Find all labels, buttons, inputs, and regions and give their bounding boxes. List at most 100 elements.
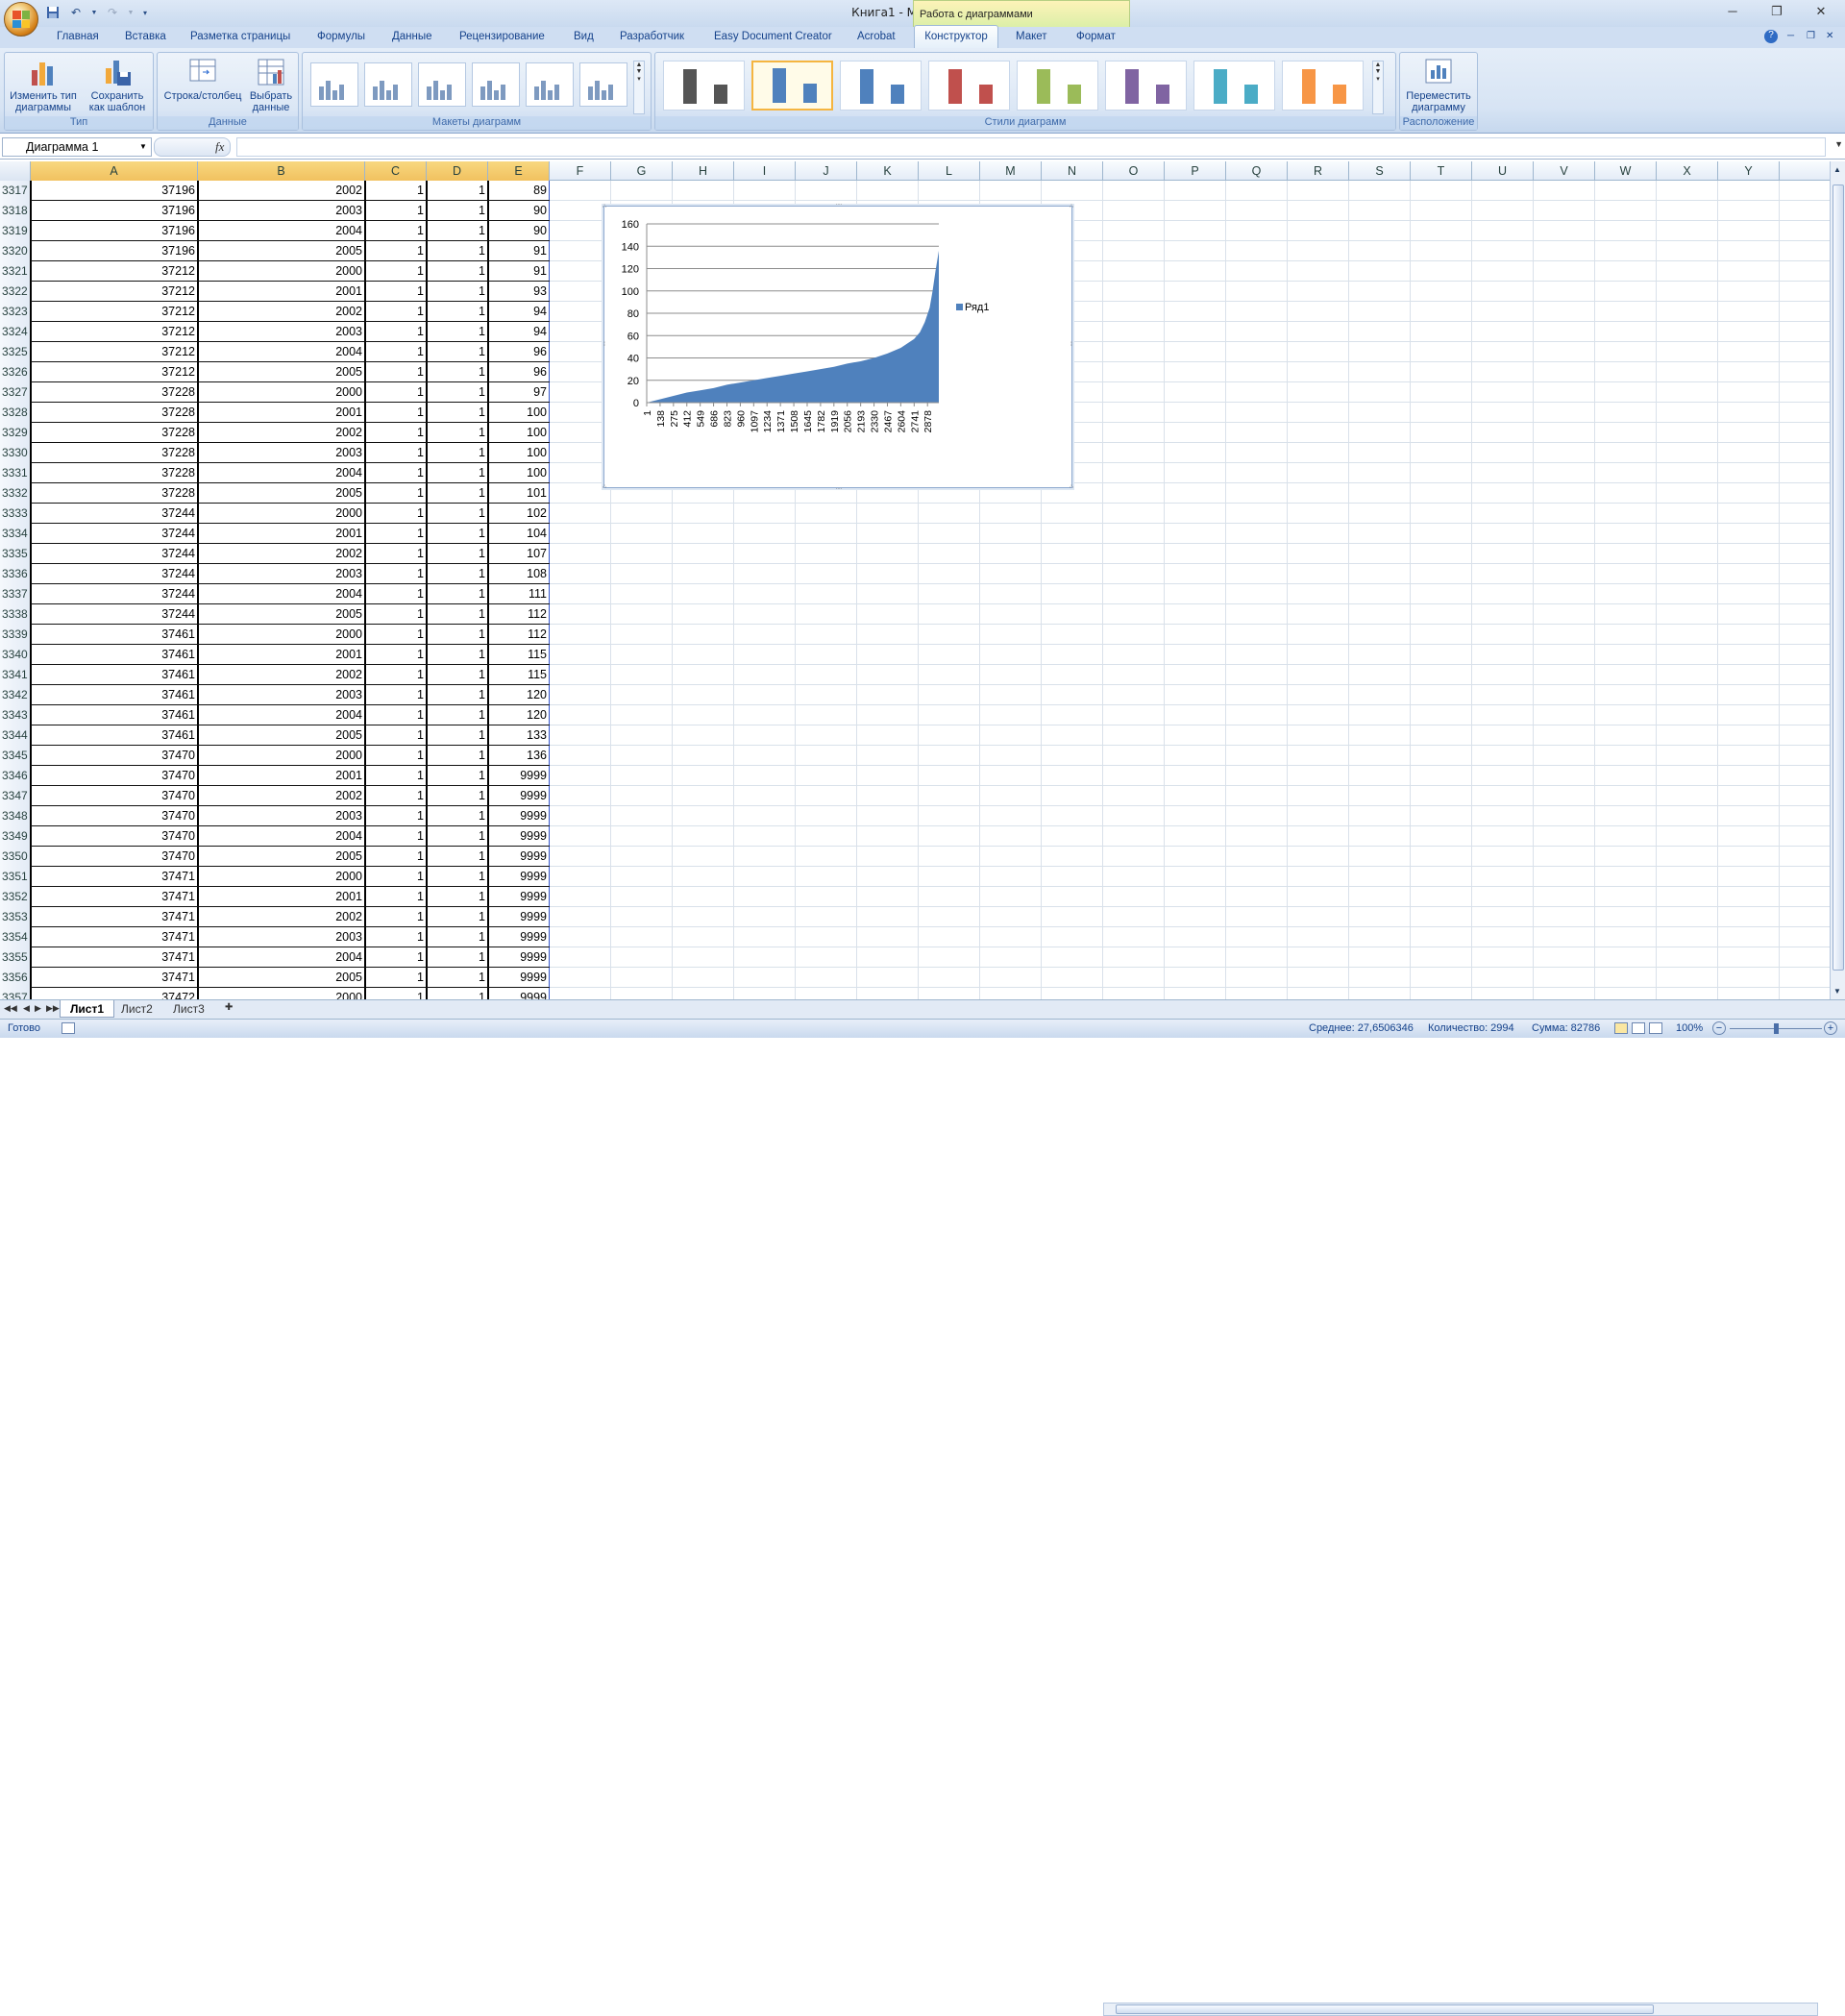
row-header[interactable]: 3324 <box>0 322 31 342</box>
cell-e[interactable]: 115 <box>488 665 550 685</box>
row-header[interactable]: 3338 <box>0 604 31 625</box>
move-chart-button[interactable]: Переместить диаграмму <box>1404 57 1473 113</box>
normal-view-icon[interactable] <box>1614 1022 1628 1034</box>
cell-d[interactable]: 1 <box>427 826 488 847</box>
cell-d[interactable]: 1 <box>427 181 488 201</box>
style-thumb-6[interactable] <box>1105 61 1187 111</box>
cell-b[interactable]: 2002 <box>198 423 365 443</box>
row-header[interactable]: 3334 <box>0 524 31 544</box>
cell-a[interactable]: 37212 <box>31 302 198 322</box>
cell-d[interactable]: 1 <box>427 443 488 463</box>
cell-b[interactable]: 2003 <box>198 685 365 705</box>
cell-e[interactable]: 107 <box>488 544 550 564</box>
cell-d[interactable]: 1 <box>427 907 488 927</box>
prev-sheet-icon[interactable]: ◀ <box>23 1003 30 1014</box>
cell-c[interactable]: 1 <box>365 322 427 342</box>
cell-c[interactable]: 1 <box>365 887 427 907</box>
cell-a[interactable]: 37470 <box>31 766 198 786</box>
cell-b[interactable]: 2005 <box>198 604 365 625</box>
cell-e[interactable]: 9999 <box>488 766 550 786</box>
cell-d[interactable]: 1 <box>427 887 488 907</box>
column-header-p[interactable]: P <box>1165 161 1226 181</box>
formula-input[interactable] <box>236 137 1826 157</box>
resize-handle-bottom[interactable]: ∙∙∙∙ <box>831 485 847 493</box>
style-thumb-5[interactable] <box>1017 61 1098 111</box>
cell-e[interactable]: 136 <box>488 746 550 766</box>
cell-a[interactable]: 37461 <box>31 645 198 665</box>
page-layout-view-icon[interactable] <box>1632 1022 1645 1034</box>
cell-c[interactable]: 1 <box>365 201 427 221</box>
cell-c[interactable]: 1 <box>365 786 427 806</box>
row-header[interactable]: 3335 <box>0 544 31 564</box>
cell-a[interactable]: 37461 <box>31 685 198 705</box>
cell-d[interactable]: 1 <box>427 927 488 947</box>
layouts-gallery-scroll[interactable]: ▲ ▼ ▾ <box>633 61 645 114</box>
cell-e[interactable]: 115 <box>488 645 550 665</box>
column-header-b[interactable]: B <box>198 161 365 181</box>
cell-d[interactable]: 1 <box>427 483 488 504</box>
cell-d[interactable]: 1 <box>427 645 488 665</box>
cell-c[interactable]: 1 <box>365 847 427 867</box>
row-header[interactable]: 3337 <box>0 584 31 604</box>
tab-acrobat[interactable]: Acrobat <box>857 31 896 42</box>
cell-b[interactable]: 2001 <box>198 766 365 786</box>
cell-a[interactable]: 37244 <box>31 544 198 564</box>
column-header-j[interactable]: J <box>796 161 857 181</box>
tab-developer[interactable]: Разработчик <box>620 31 684 42</box>
row-header[interactable]: 3332 <box>0 483 31 504</box>
cell-c[interactable]: 1 <box>365 988 427 999</box>
cell-c[interactable]: 1 <box>365 403 427 423</box>
cell-b[interactable]: 2000 <box>198 988 365 999</box>
horizontal-scrollbar[interactable] <box>1103 2003 1818 2016</box>
cell-e[interactable]: 90 <box>488 201 550 221</box>
cell-e[interactable]: 93 <box>488 282 550 302</box>
cell-d[interactable]: 1 <box>427 847 488 867</box>
cell-c[interactable]: 1 <box>365 483 427 504</box>
cell-a[interactable]: 37228 <box>31 382 198 403</box>
tab-home[interactable]: Главная <box>57 31 99 42</box>
column-header-d[interactable]: D <box>427 161 488 181</box>
cell-a[interactable]: 37470 <box>31 746 198 766</box>
cell-a[interactable]: 37461 <box>31 705 198 725</box>
row-header[interactable]: 3351 <box>0 867 31 887</box>
row-header[interactable]: 3328 <box>0 403 31 423</box>
column-header-w[interactable]: W <box>1595 161 1657 181</box>
cell-a[interactable]: 37471 <box>31 907 198 927</box>
cell-d[interactable]: 1 <box>427 766 488 786</box>
cell-d[interactable]: 1 <box>427 685 488 705</box>
cell-c[interactable]: 1 <box>365 463 427 483</box>
cell-a[interactable]: 37244 <box>31 564 198 584</box>
cell-b[interactable]: 2003 <box>198 201 365 221</box>
cell-c[interactable]: 1 <box>365 665 427 685</box>
tab-page-layout[interactable]: Разметка страницы <box>190 31 290 42</box>
macro-record-icon[interactable] <box>62 1022 75 1034</box>
cell-e[interactable]: 100 <box>488 403 550 423</box>
row-header[interactable]: 3345 <box>0 746 31 766</box>
cell-a[interactable]: 37471 <box>31 968 198 988</box>
tab-data[interactable]: Данные <box>392 31 432 42</box>
cell-c[interactable]: 1 <box>365 382 427 403</box>
row-header[interactable]: 3325 <box>0 342 31 362</box>
select-all-button[interactable] <box>0 161 31 181</box>
cell-b[interactable]: 2003 <box>198 322 365 342</box>
row-header[interactable]: 3347 <box>0 786 31 806</box>
cell-a[interactable]: 37471 <box>31 947 198 968</box>
cell-d[interactable]: 1 <box>427 625 488 645</box>
style-thumb-8[interactable] <box>1282 61 1364 111</box>
cell-e[interactable]: 91 <box>488 261 550 282</box>
row-header[interactable]: 3353 <box>0 907 31 927</box>
row-header[interactable]: 3341 <box>0 665 31 685</box>
cell-b[interactable]: 2005 <box>198 725 365 746</box>
cell-c[interactable]: 1 <box>365 766 427 786</box>
tab-insert[interactable]: Вставка <box>125 31 166 42</box>
row-header[interactable]: 3344 <box>0 725 31 746</box>
cell-d[interactable]: 1 <box>427 282 488 302</box>
restore-icon[interactable]: ❐ <box>1762 4 1791 21</box>
cell-b[interactable]: 2004 <box>198 705 365 725</box>
layout-thumb-6[interactable] <box>579 62 627 107</box>
cell-a[interactable]: 37470 <box>31 786 198 806</box>
cell-e[interactable]: 9999 <box>488 927 550 947</box>
cell-c[interactable]: 1 <box>365 867 427 887</box>
cell-c[interactable]: 1 <box>365 544 427 564</box>
switch-row-column-button[interactable]: Строка/столбец <box>161 57 244 102</box>
